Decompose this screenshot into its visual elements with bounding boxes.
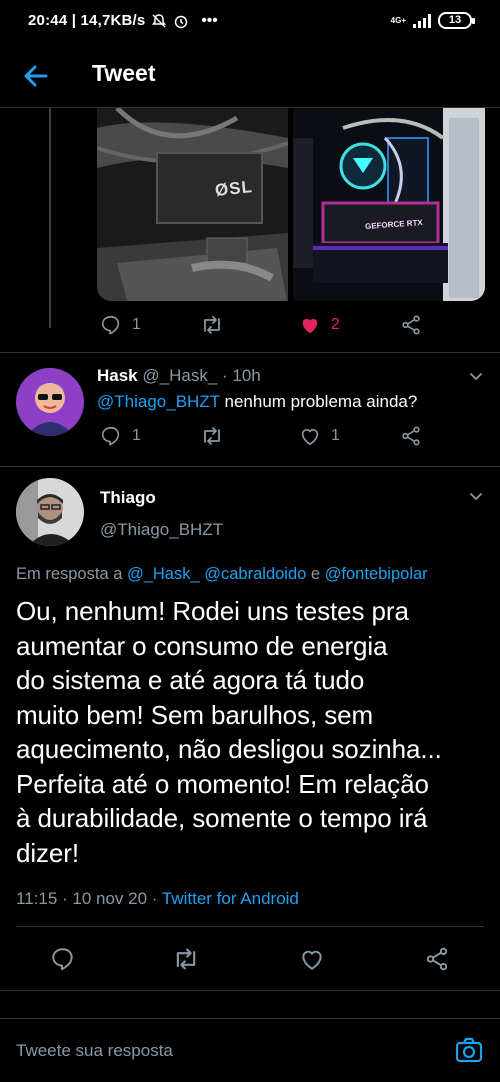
- share-icon: [402, 315, 420, 335]
- back-arrow-icon: [24, 65, 48, 87]
- reply-icon: [52, 948, 73, 971]
- hask-actions: 1 1: [100, 425, 430, 451]
- replying-to: Em resposta a @_Hask_ @cabraldoido e @fo…: [16, 565, 428, 584]
- tweet-text-line: aumentar o consumo de energia: [16, 630, 388, 661]
- retweet-button[interactable]: [172, 946, 200, 972]
- heart-filled-icon: [302, 318, 318, 334]
- tweet-text-line: Ou, nenhum! Rodei uns testes pra: [16, 596, 409, 626]
- like-count: 1: [331, 427, 340, 444]
- reply-button[interactable]: 1: [100, 425, 141, 447]
- tweet-text-line: Perfeita até o momento! Em relação: [16, 768, 429, 799]
- retweet-button[interactable]: [200, 425, 224, 447]
- heart-icon: [301, 429, 319, 446]
- reply-count: 1: [132, 427, 141, 444]
- share-button[interactable]: [400, 314, 422, 336]
- reply-composer[interactable]: Tweete sua resposta: [0, 1018, 500, 1082]
- page-title: Tweet: [92, 60, 156, 86]
- camera-icon: [455, 1037, 483, 1063]
- retweet-icon: [204, 427, 220, 445]
- source-link[interactable]: Twitter for Android: [162, 889, 299, 908]
- reply-button[interactable]: [50, 946, 76, 972]
- chevron-down-icon: [470, 373, 482, 381]
- psu-brand-label: ØSL: [214, 177, 254, 200]
- reply-icon: [101, 426, 120, 446]
- chevron-down-icon: [470, 493, 482, 501]
- divider: [0, 466, 500, 467]
- tweet-text: Ou, nenhum! Rodei uns testes pra aumenta…: [16, 594, 486, 870]
- main-actions: [50, 946, 470, 972]
- share-icon: [426, 947, 448, 971]
- alarm-icon: [175, 15, 188, 28]
- replying-mentions[interactable]: @_Hask_ @cabraldoido: [127, 565, 306, 583]
- like-count: 2: [331, 316, 340, 333]
- reply-icon: [101, 315, 120, 335]
- mention-link[interactable]: @Thiago_BHZT: [97, 392, 220, 411]
- replying-prefix: Em resposta a: [16, 565, 127, 583]
- tweet-text-line: à durabilidade, somente o tempo irá: [16, 803, 428, 833]
- retweet-button[interactable]: [200, 314, 224, 336]
- tweet-image-1[interactable]: ØSL: [97, 108, 288, 301]
- camera-button[interactable]: [454, 1035, 484, 1065]
- tweet-text-line: muito bem! Sem barulhos, sem: [16, 699, 374, 730]
- status-left: 20:44 | 14,7KB/s •••: [28, 12, 218, 29]
- tweet-text-line: aquecimento, não desligou sozinha...: [16, 734, 442, 764]
- author-name[interactable]: Hask: [97, 366, 138, 385]
- more-dots-icon: •••: [201, 12, 218, 29]
- network-label: 4G+: [390, 15, 406, 25]
- battery-icon: 13: [438, 12, 475, 29]
- divider: [0, 990, 500, 991]
- hask-menu-button[interactable]: [468, 368, 484, 384]
- hask-tweet-text: @Thiago_BHZT nenhum problema ainda?: [97, 392, 417, 412]
- thread-line: [49, 108, 51, 328]
- status-right: 4G+ 13: [390, 12, 475, 29]
- author-handle: @Thiago_BHZT: [100, 520, 224, 539]
- header: Tweet: [0, 44, 500, 108]
- tweet-menu-button[interactable]: [468, 488, 484, 504]
- tweet-timestamp: 11:15 · 10 nov 20 · Twitter for Android: [16, 889, 299, 909]
- status-time: 20:44 | 14,7KB/s: [28, 12, 146, 29]
- status-bar: 20:44 | 14,7KB/s ••• 4G+ 13: [0, 0, 500, 44]
- reply-button[interactable]: 1: [100, 314, 141, 336]
- parent-actions: 1 2: [100, 314, 430, 340]
- author-handle-time: @_Hask_ · 10h: [142, 366, 261, 385]
- bell-off-icon: [152, 13, 167, 28]
- hask-header: Hask @_Hask_ · 10h: [97, 366, 261, 386]
- reply-count: 1: [132, 316, 141, 333]
- like-button[interactable]: 2: [299, 314, 340, 336]
- tweet-text-line: dizer!: [16, 837, 79, 868]
- retweet-icon: [204, 316, 220, 334]
- author-name[interactable]: Thiago: [100, 488, 156, 508]
- timestamp-text: 11:15 · 10 nov 20 ·: [16, 889, 162, 908]
- replying-and: e: [306, 565, 325, 583]
- reply-input-placeholder[interactable]: Tweete sua resposta: [16, 1041, 173, 1061]
- heart-icon: [302, 950, 322, 970]
- back-button[interactable]: [20, 60, 52, 92]
- share-button[interactable]: [400, 425, 422, 447]
- divider: [16, 926, 484, 927]
- retweet-icon: [176, 948, 196, 970]
- hask-text: nenhum problema ainda?: [219, 392, 418, 411]
- share-icon: [402, 426, 420, 446]
- tweet-text-line: do sistema e até agora tá tudo: [16, 665, 365, 695]
- divider: [0, 352, 500, 353]
- signal-icon: [413, 13, 431, 28]
- like-button[interactable]: 1: [299, 425, 340, 447]
- share-button[interactable]: [424, 946, 450, 972]
- like-button[interactable]: [299, 946, 325, 972]
- avatar-thiago[interactable]: [16, 478, 84, 546]
- tweet-image-2[interactable]: GEFORCE RTX: [293, 108, 485, 301]
- avatar-hask[interactable]: [16, 368, 84, 436]
- replying-mention-last[interactable]: @fontebipolar: [325, 565, 428, 583]
